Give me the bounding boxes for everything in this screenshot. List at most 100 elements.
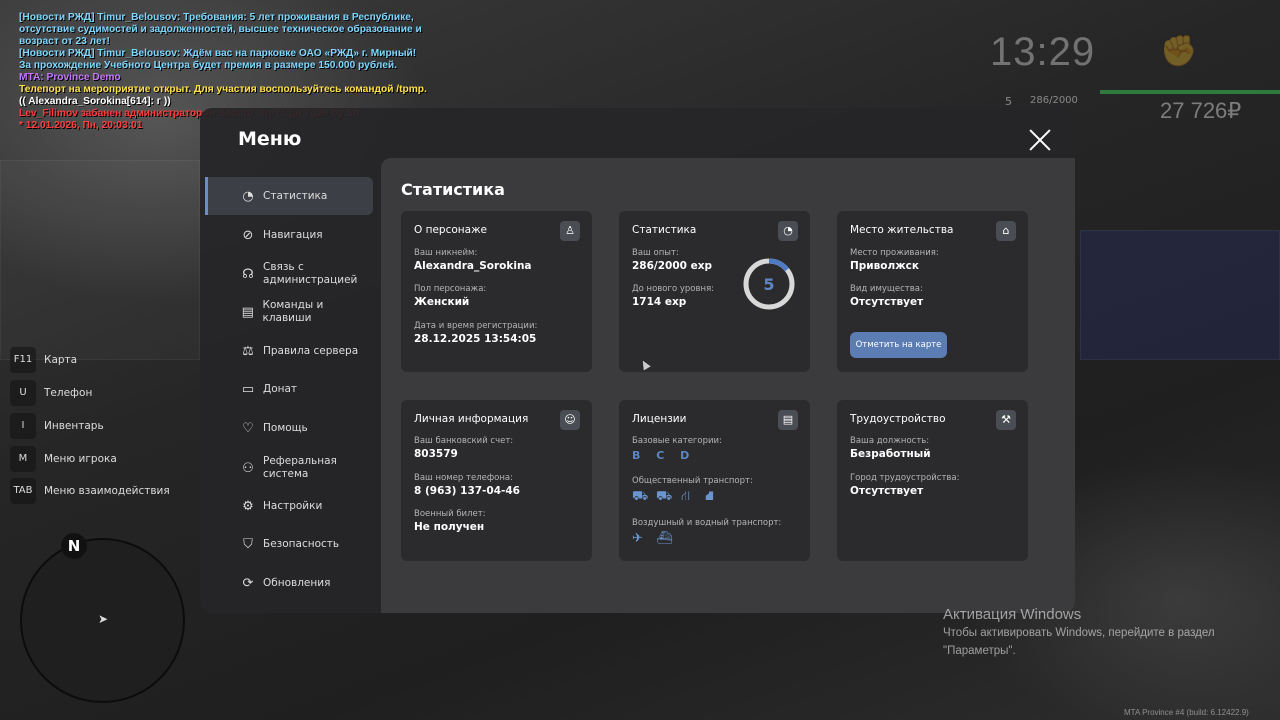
pie-chart-icon: ◔ <box>778 221 798 241</box>
sidebar-item-donate[interactable]: ▭ Донат <box>205 370 373 408</box>
mark-on-map-button[interactable]: Отметить на карте <box>850 332 947 358</box>
sidebar-item-referral[interactable]: ⚇ Реферальная система <box>205 449 373 487</box>
gear-icon: ⚙ <box>242 498 254 514</box>
house-icon: ⌂ <box>996 221 1016 241</box>
document-icon: ▤ <box>241 304 254 320</box>
build-info: MTA Province #4 (build: 6.12422.9) <box>1124 708 1249 717</box>
military-value: Не получен <box>414 521 485 533</box>
hotkey-player-menu: M Меню игрока <box>10 446 117 472</box>
nickname-value: Alexandra_Sorokina <box>414 260 532 272</box>
sidebar-item-label: Донат <box>263 382 298 395</box>
exp-label: Ваш опыт: <box>632 248 679 258</box>
sidebar-item-stats[interactable]: ◔ Статистика <box>205 177 373 215</box>
residence-value: Приволжск <box>850 260 920 272</box>
floor-tile <box>0 160 200 360</box>
sidebar-item-navigation[interactable]: ⊘ Навигация <box>205 216 373 254</box>
sidebar-item-label: Помощь <box>263 421 308 434</box>
stats-card: Статистика ◔ Ваш опыт: 286/2000 exp До н… <box>619 211 810 372</box>
menu-title: Меню <box>238 128 302 150</box>
sidebar-item-commands[interactable]: ▤ Команды и клавиши <box>205 293 373 331</box>
nickname-label: Ваш никнейм: <box>414 248 478 258</box>
registration-label: Дата и время регистрации: <box>414 321 538 331</box>
hotkey-key: I <box>10 413 36 439</box>
sidebar-item-label: Обновления <box>263 576 331 589</box>
licenses-card: Лицензии ▤ Базовые категории: B C D Обще… <box>619 400 810 561</box>
registration-value: 28.12.2025 13:54:05 <box>414 333 537 345</box>
phone-label: Ваш номер телефона: <box>414 473 513 483</box>
chat-line: возраст от 23 лет! <box>19 36 110 47</box>
level-ring: 5 <box>743 258 795 310</box>
bank-value: 803579 <box>414 448 458 460</box>
card-title: О персонаже <box>414 224 488 236</box>
sidebar-item-security[interactable]: ⛉ Безопасность <box>205 525 373 563</box>
sidebar-item-label: Безопасность <box>263 537 340 550</box>
card-title: Трудоустройство <box>850 413 946 425</box>
hud-clock: 13:29 <box>990 30 1096 74</box>
next-level-label: До нового уровня: <box>632 284 715 294</box>
hotkey-label: Меню взаимодействия <box>44 485 170 497</box>
sidebar-item-rules[interactable]: ⚖ Правила сервера <box>205 332 373 370</box>
chat-line: MTA: Province Demo <box>19 72 121 83</box>
boat-icon: ⛴ <box>656 531 673 546</box>
tools-icon: ⚒ <box>996 410 1016 430</box>
military-label: Военный билет: <box>414 509 486 519</box>
chat-line: отсутствие судимостей и задолженностей, … <box>19 24 422 35</box>
hotkey-key: U <box>10 380 36 406</box>
user-icon: ♙ <box>560 221 580 241</box>
property-value: Отсутствует <box>850 296 924 308</box>
hotkey-phone: U Телефон <box>10 380 92 406</box>
hud-level: 5 <box>1005 95 1012 108</box>
face-icon: ☺ <box>560 410 580 430</box>
gender-label: Пол персонажа: <box>414 284 487 294</box>
sidebar-item-updates[interactable]: ⟳ Обновления <box>205 564 373 602</box>
hotkey-map: F11 Карта <box>10 347 77 373</box>
employment-card: Трудоустройство ⚒ Ваша должность: Безраб… <box>837 400 1028 561</box>
hotkey-label: Меню игрока <box>44 453 117 465</box>
base-categories-label: Базовые категории: <box>632 436 722 446</box>
chat-line: [Новости РЖД] Timur_Belousov: Требования… <box>19 12 414 23</box>
card-title: Личная информация <box>414 413 529 425</box>
card-title: Лицензии <box>632 413 687 425</box>
trolleybus-icon: ⛟ <box>656 489 673 504</box>
metro-icon: ⛘ <box>705 489 715 504</box>
sidebar-item-label: Статистика <box>263 189 328 202</box>
hotkey-key: TAB <box>10 478 36 504</box>
base-categories-value: B C D <box>632 449 696 462</box>
sidebar-item-contact-admin[interactable]: ☊ Связь с администрацией <box>205 255 373 293</box>
heart-icon: ♡ <box>242 420 254 436</box>
shield-icon: ⛉ <box>243 536 253 552</box>
hud-xp: 286/2000 <box>1030 95 1078 106</box>
character-card: О персонаже ♙ Ваш никнейм: Alexandra_Sor… <box>401 211 592 372</box>
work-city-label: Город трудоустройства: <box>850 473 960 483</box>
headset-icon: ☊ <box>242 266 254 282</box>
hotkey-label: Карта <box>44 354 78 366</box>
compass-icon: ⊘ <box>242 227 254 243</box>
chat-line: Телепорт на мероприятие открыт. Для учас… <box>19 84 427 95</box>
sidebar-item-label: Команды и клавиши <box>262 299 324 324</box>
bank-label: Ваш банковский счет: <box>414 436 514 446</box>
position-value: Безработный <box>850 448 931 460</box>
public-transport-label: Общественный транспорт: <box>632 476 753 486</box>
hotkey-label: Инвентарь <box>44 420 104 432</box>
watermark-line: Чтобы активировать Windows, перейдите в … <box>943 627 1215 639</box>
bus-icon: ⛟ <box>632 489 649 504</box>
sidebar-item-label: Связь с администрацией <box>263 261 358 286</box>
sidebar-item-label: Настройки <box>263 499 323 512</box>
property-label: Вид имущества: <box>850 284 923 294</box>
tram-icon: ⛙ <box>681 489 691 504</box>
license-icon: ▤ <box>778 410 798 430</box>
refresh-icon: ⟳ <box>242 575 254 591</box>
hotkey-interaction-menu: TAB Меню взаимодействия <box>10 478 170 504</box>
health-bar <box>1100 90 1280 94</box>
wallet-icon: ▭ <box>241 381 255 397</box>
content-title: Статистика <box>401 180 505 199</box>
position-label: Ваша должность: <box>850 436 930 446</box>
air-water-label: Воздушный и водный транспорт: <box>632 518 782 528</box>
hotkey-key: M <box>10 446 36 472</box>
sidebar-item-label: Правила сервера <box>263 344 359 357</box>
residence-label: Место проживания: <box>850 248 939 258</box>
sidebar-item-help[interactable]: ♡ Помощь <box>205 409 373 447</box>
player-arrow-icon: ➤ <box>98 612 109 626</box>
close-button[interactable] <box>1028 128 1052 152</box>
sidebar-item-settings[interactable]: ⚙ Настройки <box>205 487 373 525</box>
